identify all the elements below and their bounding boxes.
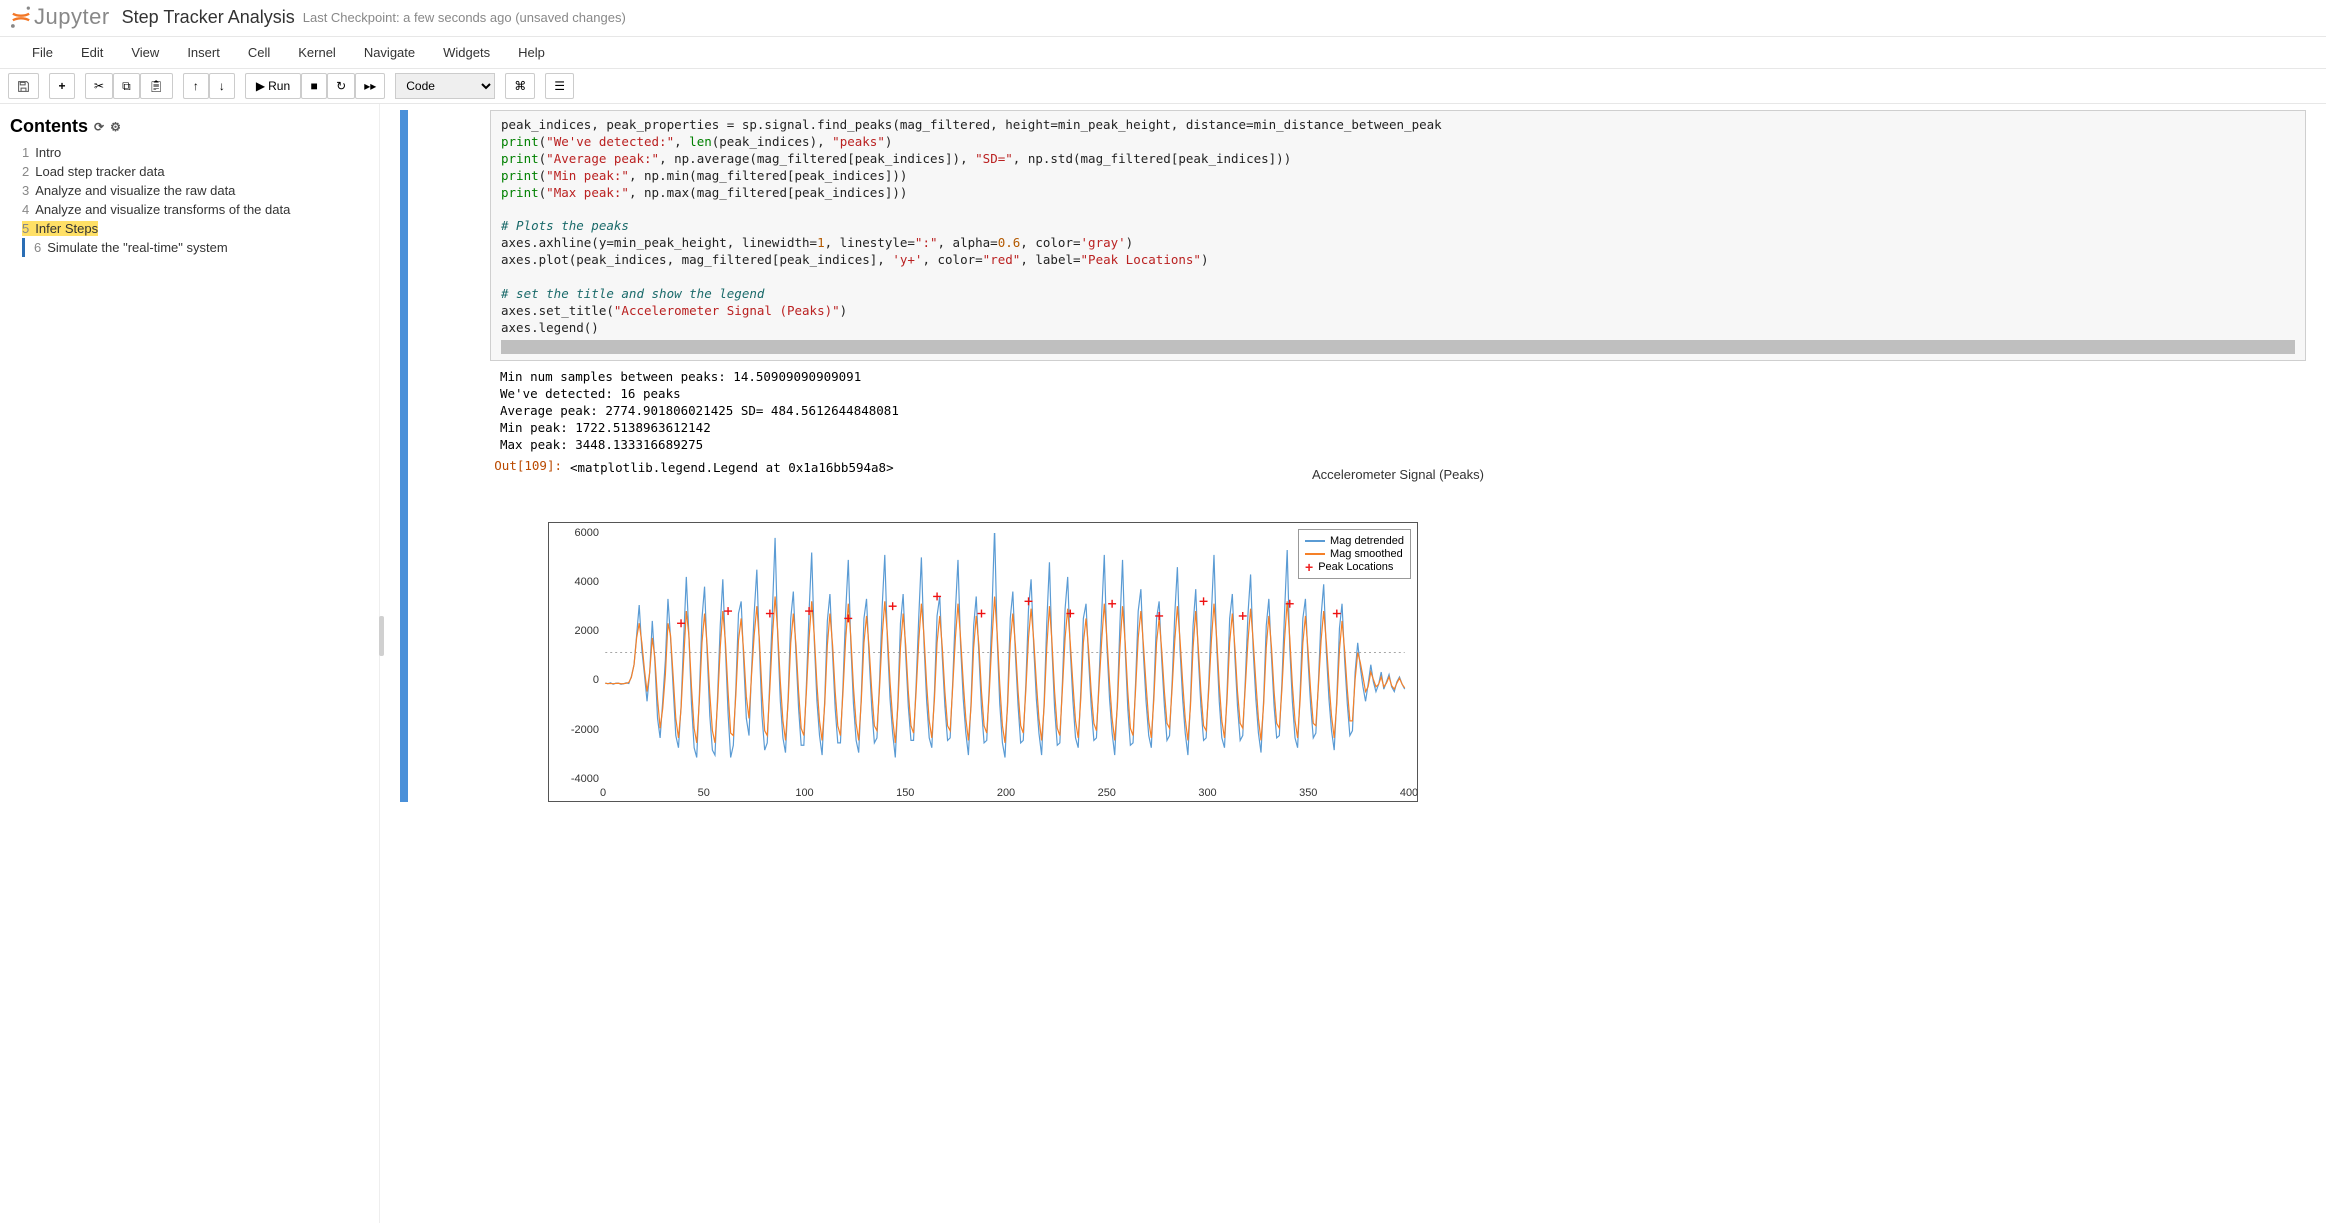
menu-insert[interactable]: Insert	[173, 37, 234, 68]
move-down-button[interactable]: ↓	[209, 73, 235, 99]
stdout-output: Min num samples between peaks: 14.509090…	[490, 361, 2306, 457]
menu-edit[interactable]: Edit	[67, 37, 117, 68]
x-tick: 150	[896, 787, 914, 799]
toc-item[interactable]: 4Analyze and visualize transforms of the…	[10, 200, 369, 219]
code-editor[interactable]: peak_indices, peak_properties = sp.signa…	[490, 110, 2306, 361]
jupyter-icon	[8, 4, 34, 30]
paste-button[interactable]: 📋︎	[140, 73, 173, 99]
toc-sidebar: Contents ⟳ ⚙ 1Intro2Load step tracker da…	[0, 104, 380, 1223]
toc-item[interactable]: 1Intro	[10, 143, 369, 162]
x-tick: 250	[1098, 787, 1116, 799]
y-tick: 6000	[555, 527, 599, 539]
checkpoint-text: Last Checkpoint: a few seconds ago (unsa…	[303, 10, 626, 25]
plot-svg	[603, 533, 1407, 777]
main: Contents ⟳ ⚙ 1Intro2Load step tracker da…	[0, 104, 2326, 1223]
chart-legend: Mag detrended Mag smoothed +Peak Locatio…	[1298, 529, 1411, 579]
chart: Mag detrended Mag smoothed +Peak Locatio…	[548, 522, 1418, 802]
y-tick: -4000	[555, 773, 599, 785]
command-palette-button[interactable]: ⌘	[505, 73, 535, 99]
x-tick: 0	[600, 787, 606, 799]
restart-run-all-button[interactable]: ▸▸	[355, 73, 385, 99]
x-tick: 350	[1299, 787, 1317, 799]
toc-item[interactable]: 3Analyze and visualize the raw data	[10, 181, 369, 200]
x-tick: 400	[1400, 787, 1418, 799]
cell-selection-bar	[400, 110, 408, 802]
toc-item[interactable]: 6Simulate the "real-time" system	[22, 238, 369, 257]
toc-title: Contents ⟳ ⚙	[10, 116, 369, 137]
menu-help[interactable]: Help	[504, 37, 559, 68]
logo-text: Jupyter	[34, 4, 110, 30]
cut-button[interactable]: ✂	[85, 73, 113, 99]
menu-navigate[interactable]: Navigate	[350, 37, 429, 68]
menu-kernel[interactable]: Kernel	[284, 37, 350, 68]
notebook-area[interactable]: peak_indices, peak_properties = sp.signa…	[380, 104, 2326, 1223]
x-tick: 50	[698, 787, 710, 799]
menu-widgets[interactable]: Widgets	[429, 37, 504, 68]
chart-title: Accelerometer Signal (Peaks)	[490, 467, 2306, 482]
code-cell[interactable]: peak_indices, peak_properties = sp.signa…	[400, 110, 2306, 802]
y-tick: 4000	[555, 576, 599, 588]
y-tick: -2000	[555, 724, 599, 736]
cell-type-select[interactable]: Code	[395, 73, 495, 99]
x-tick: 300	[1198, 787, 1216, 799]
menu-cell[interactable]: Cell	[234, 37, 284, 68]
insert-cell-button[interactable]: +	[49, 73, 75, 99]
restart-button[interactable]: ↻	[327, 73, 355, 99]
toc-item[interactable]: 2Load step tracker data	[10, 162, 369, 181]
toc-toggle-button[interactable]: ☰	[545, 73, 574, 99]
input-prompt	[410, 110, 490, 802]
menu-file[interactable]: File	[18, 37, 67, 68]
gear-icon[interactable]: ⚙	[110, 120, 121, 134]
notebook-title[interactable]: Step Tracker Analysis	[122, 7, 295, 28]
y-tick: 2000	[555, 625, 599, 637]
interrupt-button[interactable]: ■	[301, 73, 327, 99]
y-tick: 0	[555, 674, 599, 686]
menu-view[interactable]: View	[117, 37, 173, 68]
horizontal-scrollbar[interactable]	[501, 340, 2295, 354]
refresh-icon[interactable]: ⟳	[94, 120, 104, 134]
save-button[interactable]	[8, 73, 39, 99]
copy-button[interactable]: ⧉	[113, 73, 140, 99]
toolbar: + ✂ ⧉ 📋︎ ↑ ↓ ▶Run ■ ↻ ▸▸ Code ⌘ ☰	[0, 69, 2326, 104]
toc-item[interactable]: 5Infer Steps	[10, 219, 369, 238]
move-up-button[interactable]: ↑	[183, 73, 209, 99]
x-tick: 100	[795, 787, 813, 799]
x-tick: 200	[997, 787, 1015, 799]
menubar: FileEditViewInsertCellKernelNavigateWidg…	[0, 37, 2326, 69]
run-button[interactable]: ▶Run	[245, 73, 301, 99]
header: Jupyter Step Tracker Analysis Last Check…	[0, 0, 2326, 37]
jupyter-logo: Jupyter	[8, 4, 110, 30]
